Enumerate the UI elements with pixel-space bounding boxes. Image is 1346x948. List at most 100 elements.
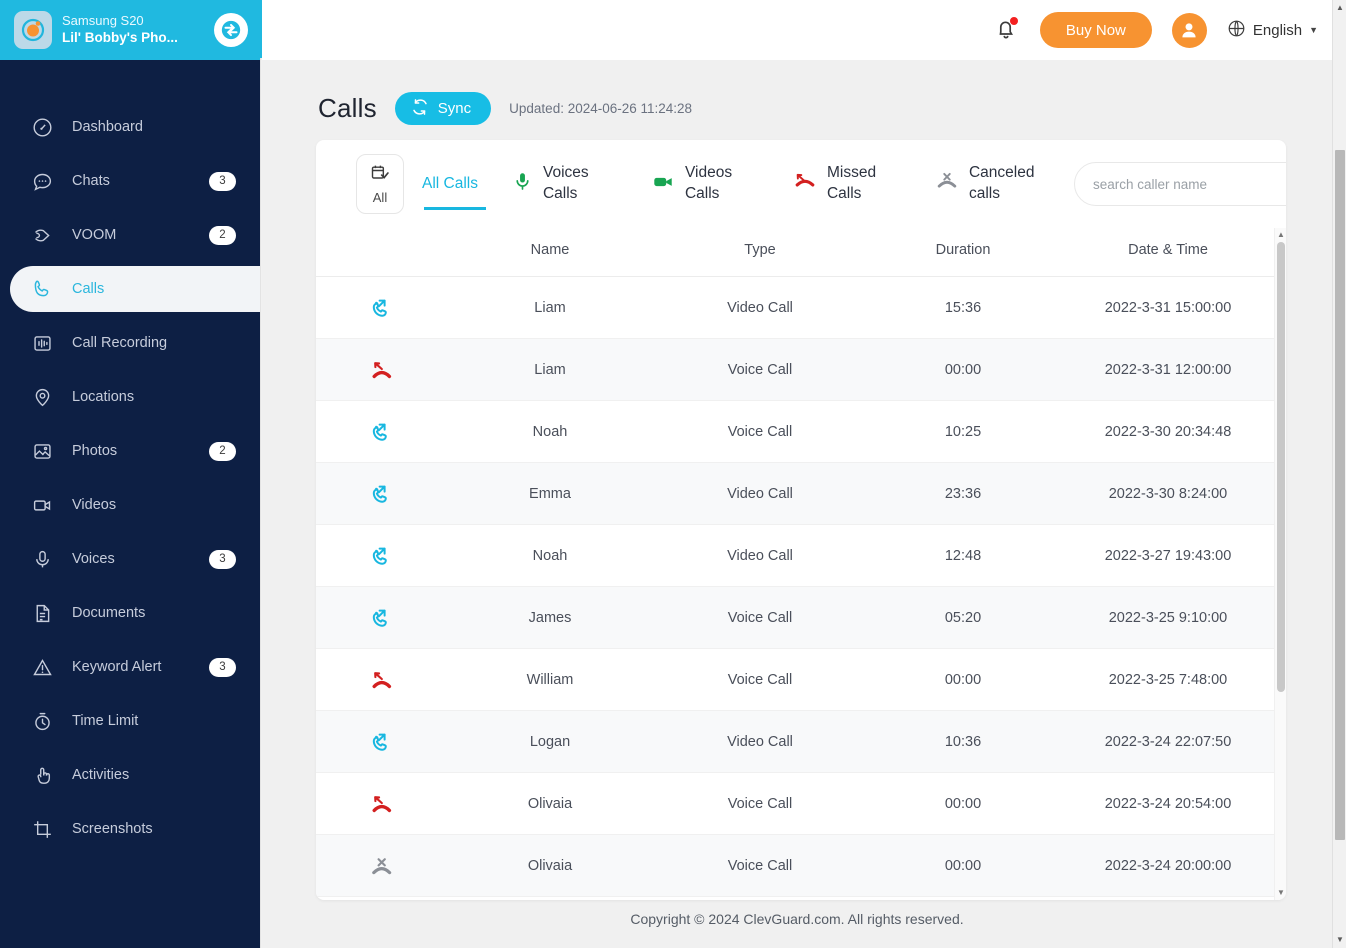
notification-dot — [1009, 17, 1018, 25]
sidebar-item-label: Time Limit — [72, 713, 139, 729]
cell-name: James — [448, 586, 652, 649]
cell-name: William — [448, 648, 652, 711]
bell-icon[interactable] — [994, 16, 1020, 44]
cell-call-direction — [316, 586, 448, 649]
tab-videos-calls[interactable]: Videos Calls — [651, 154, 759, 214]
table-row[interactable]: William Voice Call 00:00 2022-3-25 7:48:00 — [316, 648, 1278, 711]
table-row[interactable]: Olivaia Voice Call 00:00 2022-3-24 20:00:00 — [316, 834, 1278, 897]
table-row[interactable]: Noah Voice Call 10:25 2022-3-30 20:34:48 — [316, 400, 1278, 463]
outgoing-call-icon — [316, 544, 448, 568]
cell-type: Voice Call — [652, 648, 868, 711]
cell-call-direction — [316, 462, 448, 525]
tab-all-calls[interactable]: All Calls — [422, 154, 486, 214]
calls-table-area: Name Type Duration Date & Time Liam Video… — [316, 228, 1286, 900]
sidebar-item-time-limit[interactable]: Time Limit — [0, 698, 262, 744]
sidebar-item-calls[interactable]: Calls — [10, 266, 262, 312]
map-pin-icon — [30, 385, 54, 409]
crop-icon — [30, 817, 54, 841]
cell-duration: 00:00 — [868, 338, 1058, 401]
scroll-up-arrow-icon[interactable]: ▲ — [1277, 231, 1285, 239]
cell-call-direction — [316, 400, 448, 463]
phone-icon — [30, 277, 54, 301]
table-row[interactable]: Liam Voice Call 00:00 2022-3-31 12:00:00 — [316, 338, 1278, 401]
sidebar-item-videos[interactable]: Videos — [0, 482, 262, 528]
cell-type: Video Call — [652, 710, 868, 773]
sidebar-item-call-recording[interactable]: Call Recording — [0, 320, 262, 366]
waveform-icon — [30, 331, 54, 355]
sidebar-item-voom[interactable]: VOOM 2 — [0, 212, 262, 258]
page-scrollbar[interactable]: ▲ ▼ — [1332, 0, 1346, 948]
cell-duration: 23:36 — [868, 462, 1058, 525]
table-row[interactable]: Olivaia Voice Call 00:00 2022-3-24 20:54:00 — [316, 772, 1278, 835]
cell-duration: 05:20 — [868, 586, 1058, 649]
sidebar-item-screenshots[interactable]: Screenshots — [0, 806, 262, 852]
scroll-down-arrow-icon[interactable]: ▼ — [1336, 936, 1344, 944]
date-filter-label: All — [372, 190, 388, 205]
page-title: Calls — [318, 93, 377, 123]
sidebar-item-keyword-alert[interactable]: Keyword Alert 3 — [0, 644, 262, 690]
sidebar-item-label: Keyword Alert — [72, 659, 162, 675]
sidebar-item-label: Chats — [72, 173, 110, 189]
sidebar-item-photos[interactable]: Photos 2 — [0, 428, 262, 474]
cell-datetime: 2022-3-25 9:10:00 — [1058, 586, 1278, 649]
cell-call-direction — [316, 338, 448, 401]
search-input[interactable] — [1074, 162, 1286, 206]
sync-button[interactable]: Sync — [394, 92, 492, 125]
column-header-type: Type — [652, 228, 868, 277]
tab-voices-calls[interactable]: Voices Calls — [512, 154, 617, 214]
sidebar-badge: 2 — [209, 441, 236, 461]
sidebar-item-documents[interactable]: Documents — [0, 590, 262, 636]
date-filter-chip[interactable]: All — [356, 154, 404, 214]
cell-call-direction — [316, 524, 448, 587]
hand-pointer-icon — [30, 763, 54, 787]
table-row[interactable]: Noah Video Call 12:48 2022-3-27 19:43:00 — [316, 524, 1278, 587]
language-selector[interactable]: English ▼ — [1227, 19, 1318, 42]
cell-datetime: 2022-3-30 20:34:48 — [1058, 400, 1278, 463]
chat-bubble-icon — [30, 169, 54, 193]
sidebar-item-label: Locations — [72, 389, 135, 405]
tab-canceled-calls[interactable]: Canceled calls — [935, 154, 1043, 214]
missed-call-icon — [316, 792, 448, 816]
sidebar-item-locations[interactable]: Locations — [0, 374, 262, 420]
scroll-up-arrow-icon[interactable]: ▲ — [1336, 4, 1344, 12]
sidebar: Samsung S20 Lil' Bobby's Pho... Dashboar… — [0, 0, 262, 948]
cell-type: Voice Call — [652, 834, 868, 897]
sidebar-badge: 3 — [209, 549, 236, 569]
table-row[interactable]: Liam Video Call 15:36 2022-3-31 15:00:00 — [316, 276, 1278, 339]
table-row[interactable]: Emma Video Call 23:36 2022-3-30 8:24:00 — [316, 462, 1278, 525]
sidebar-item-voices[interactable]: Voices 3 — [0, 536, 262, 582]
sidebar-item-activities[interactable]: Activities — [0, 752, 262, 798]
table-row[interactable]: Logan Video Call 10:36 2022-3-24 22:07:50 — [316, 710, 1278, 773]
table-scrollbar[interactable]: ▲ ▼ — [1274, 228, 1286, 900]
cell-datetime: 2022-3-24 20:54:00 — [1058, 772, 1278, 835]
table-body: Liam Video Call 15:36 2022-3-31 15:00:00 Lia… — [316, 276, 1278, 897]
sidebar-item-chats[interactable]: Chats 3 — [0, 158, 262, 204]
table-head: Name Type Duration Date & Time — [316, 228, 1278, 277]
tab-missed-calls[interactable]: Missed Calls — [793, 154, 901, 214]
cell-duration: 00:00 — [868, 648, 1058, 711]
cell-datetime: 2022-3-24 22:07:50 — [1058, 710, 1278, 773]
copyright-text: Copyright © 2024 ClevGuard.com. All righ… — [630, 911, 964, 927]
canceled-call-icon — [316, 854, 448, 878]
cell-name: Emma — [448, 462, 652, 525]
globe-icon — [1227, 19, 1246, 42]
app-root: Samsung S20 Lil' Bobby's Pho... Dashboar… — [0, 0, 1346, 948]
cell-name: Olivaia — [448, 772, 652, 835]
topbar: Buy Now English ▼ — [262, 0, 1346, 60]
buy-now-button[interactable]: Buy Now — [1039, 12, 1152, 48]
sidebar-item-dashboard[interactable]: Dashboard — [0, 104, 262, 150]
cell-name: Logan — [448, 710, 652, 773]
outgoing-call-icon — [316, 420, 448, 444]
video-camera-icon — [30, 493, 54, 517]
cell-duration: 15:36 — [868, 276, 1058, 339]
user-avatar-icon[interactable] — [1171, 12, 1207, 48]
microphone-icon — [512, 171, 533, 197]
table-row[interactable]: James Voice Call 05:20 2022-3-25 9:10:00 — [316, 586, 1278, 649]
sidebar-badge: 2 — [209, 225, 236, 245]
table-scrollbar-thumb[interactable] — [1277, 242, 1285, 692]
page-scrollbar-thumb[interactable] — [1335, 150, 1345, 840]
switch-device-icon[interactable] — [214, 13, 248, 47]
cell-type: Voice Call — [652, 772, 868, 835]
cell-type: Video Call — [652, 276, 868, 339]
sidebar-item-label: Videos — [72, 497, 117, 513]
